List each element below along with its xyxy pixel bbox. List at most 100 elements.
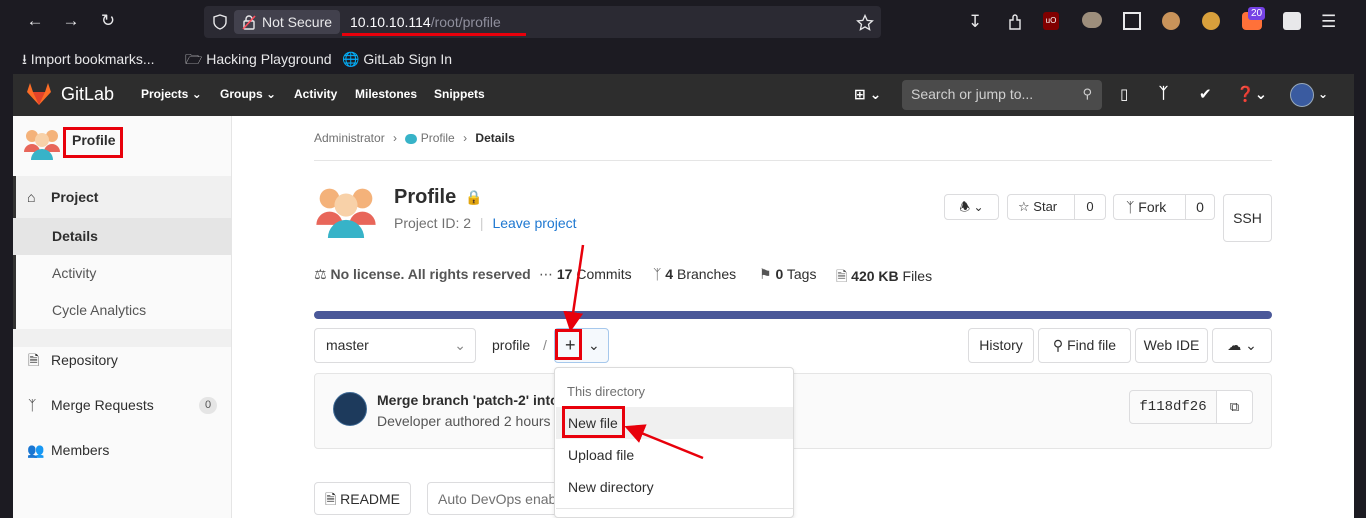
owl-extension-icon[interactable]: [1082, 12, 1102, 28]
chevron-down-icon: ⌄: [266, 87, 277, 101]
sidebar-item-label: Members: [51, 442, 110, 458]
breadcrumb-administrator[interactable]: Administrator: [314, 131, 385, 145]
nav-milestones[interactable]: Milestones: [355, 87, 417, 101]
commit-message[interactable]: Merge branch 'patch-2' into ': [377, 392, 566, 408]
star-count[interactable]: 0: [1074, 195, 1105, 219]
menu-hamburger-icon[interactable]: ☰: [1321, 12, 1341, 32]
chevron-down-icon: ⌄: [588, 337, 600, 353]
project-title: Profile: [394, 186, 457, 208]
url-bar[interactable]: Not Secure 10.10.10.114/root/profile: [204, 6, 881, 38]
file-icon: 🗎: [836, 268, 848, 284]
sidebar-sub-activity[interactable]: Activity: [13, 255, 231, 292]
shield-icon[interactable]: [212, 14, 228, 30]
dropdown-upload-file[interactable]: Upload file: [568, 447, 634, 463]
sidebar-item-project[interactable]: ⌂ Project: [13, 176, 231, 218]
license-stat[interactable]: ⚖ No license. All rights reserved: [314, 266, 531, 283]
repository-language-bar: [314, 311, 1272, 319]
branches-stat[interactable]: ᛉ 4 Branches: [653, 266, 736, 282]
extensions-icon[interactable]: [1005, 12, 1025, 32]
tags-stat[interactable]: ⚑ 0 Tags: [759, 266, 816, 283]
web-ide-button[interactable]: Web IDE: [1135, 328, 1208, 363]
nav-groups[interactable]: Groups ⌄: [220, 87, 276, 101]
sidebar-item-repository[interactable]: 🗎 Repository: [13, 340, 231, 380]
wappalyzer-icon[interactable]: [1202, 12, 1220, 30]
fork-button[interactable]: ᛉ Fork 0: [1113, 194, 1215, 220]
commit-author-line: Developer authored 2 hours a: [377, 413, 563, 429]
container-extension-icon[interactable]: [1283, 12, 1301, 30]
bookmark-star-icon[interactable]: [856, 14, 874, 32]
download-button[interactable]: ☁ ⌄: [1212, 328, 1272, 363]
dropdown-divider: [556, 508, 793, 509]
search-input[interactable]: Search or jump to... ⚲: [902, 80, 1102, 110]
commits-stat[interactable]: ⋯ 17 Commits: [539, 266, 632, 283]
commit-author-avatar[interactable]: [333, 392, 367, 426]
fork-count[interactable]: 0: [1185, 195, 1214, 219]
breadcrumb-details[interactable]: Details: [475, 131, 514, 145]
find-file-button[interactable]: ⚲ Find file: [1038, 328, 1131, 363]
sidebar-sub-details[interactable]: Details: [13, 218, 231, 255]
merge-requests-icon[interactable]: ᛉ: [1159, 85, 1168, 102]
help-icon[interactable]: ❓⌄: [1236, 85, 1267, 103]
readme-label: README: [340, 491, 401, 507]
bookmarks-bar: ⭳ Import bookmarks... 🗁 Hacking Playgrou…: [0, 44, 1366, 74]
repo-path-root[interactable]: profile: [492, 337, 530, 353]
ssh-clone-button[interactable]: SSH: [1223, 194, 1272, 242]
files-stat[interactable]: 🗎 420 KB Files: [836, 266, 932, 290]
project-meta: Project ID: 2 | Leave project: [394, 215, 577, 231]
issues-icon[interactable]: ▯: [1120, 85, 1128, 103]
license-text: No license. All rights reserved: [330, 266, 531, 282]
history-button[interactable]: History: [968, 328, 1034, 363]
tags-label: Tags: [786, 266, 817, 282]
search-icon: ⚲: [1052, 337, 1064, 353]
members-icon: 👥: [27, 442, 45, 458]
new-plus-icon[interactable]: ⊞ ⌄: [854, 86, 881, 103]
forward-icon[interactable]: →: [60, 10, 82, 32]
fork-icon: ᛉ: [1126, 199, 1135, 215]
ublock-icon[interactable]: uO: [1043, 12, 1059, 30]
project-avatar: [24, 130, 60, 160]
branch-select[interactable]: master ⌄: [314, 328, 476, 363]
reload-icon[interactable]: ↻: [97, 10, 119, 32]
bookmark-import[interactable]: ⭳ Import bookmarks...: [22, 50, 155, 68]
commits-label: Commits: [576, 266, 632, 282]
readme-file-icon: 🗎: [324, 491, 337, 507]
breadcrumb-project-avatar-icon: [405, 133, 418, 144]
nav-activity[interactable]: Activity: [294, 87, 337, 101]
leave-project-link[interactable]: Leave project: [492, 215, 576, 231]
bell-icon: 🕭: [959, 200, 971, 214]
sidebar-item-members[interactable]: 👥 Members: [13, 430, 231, 470]
user-avatar[interactable]: [1290, 83, 1314, 107]
auto-devops-button[interactable]: Auto DevOps enab: [427, 482, 567, 515]
bookmark-hacking-playground[interactable]: 🗁 Hacking Playground: [185, 50, 332, 68]
back-icon[interactable]: ←: [24, 10, 46, 32]
copy-sha-icon[interactable]: ⧉: [1216, 390, 1253, 424]
breadcrumb-profile[interactable]: Profile: [421, 131, 455, 145]
not-secure-badge[interactable]: Not Secure: [234, 10, 341, 34]
nav-projects[interactable]: Projects ⌄: [141, 87, 202, 101]
nav-snippets[interactable]: Snippets: [434, 87, 485, 101]
todos-icon[interactable]: ✔: [1199, 85, 1212, 103]
bookmark-gitlab-signin[interactable]: 🌐 GitLab Sign In: [342, 50, 452, 68]
tag-icon: ⚑: [759, 266, 772, 282]
qr-code-icon[interactable]: [1123, 12, 1141, 30]
fork-label: Fork: [1138, 199, 1167, 215]
gitlab-logo-icon[interactable]: [26, 82, 52, 106]
chevron-down-icon[interactable]: ⌄: [1318, 87, 1328, 101]
sidebar-item-label: Project: [51, 189, 99, 205]
commit-icon: ⋯: [539, 266, 553, 282]
window-edge-right: [1354, 74, 1366, 518]
star-button[interactable]: ☆ Star 0: [1007, 194, 1106, 220]
cookie-icon[interactable]: [1162, 12, 1180, 30]
sidebar-item-merge-requests[interactable]: ᛉ Merge Requests 0: [13, 385, 231, 425]
notification-bell-button[interactable]: 🕭 ⌄: [944, 194, 999, 220]
license-icon: ⚖: [314, 266, 327, 282]
sidebar-sub-cycle-analytics[interactable]: Cycle Analytics: [13, 292, 231, 329]
breadcrumb: Administrator › Profile › Details: [314, 131, 515, 145]
download-icon[interactable]: ↧: [968, 12, 988, 32]
private-lock-icon: 🔒: [465, 189, 483, 205]
dropdown-new-directory[interactable]: New directory: [568, 479, 654, 495]
sidebar-item-label: Repository: [51, 352, 118, 368]
gitlab-logo-text[interactable]: GitLab: [61, 84, 114, 105]
commit-sha[interactable]: f118df26: [1129, 390, 1217, 424]
readme-button[interactable]: 🗎 README: [314, 482, 411, 515]
